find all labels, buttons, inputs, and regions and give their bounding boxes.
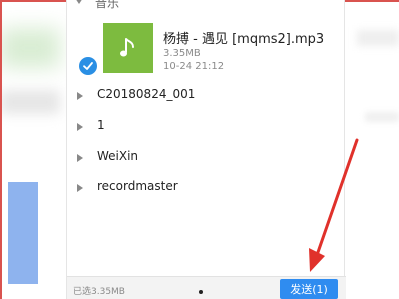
folder-label: 1 xyxy=(97,118,105,132)
folder-row[interactable]: 1 xyxy=(67,112,346,142)
folder-label: WeiXin xyxy=(97,149,139,163)
group-header-music[interactable]: 音乐 xyxy=(67,0,346,14)
background-blur xyxy=(0,28,60,68)
folder-label: C20180824_001 xyxy=(97,87,196,101)
caret-right-icon xyxy=(77,184,83,192)
music-note-icon xyxy=(103,23,153,73)
file-picker-panel: 音乐 杨搏 - 遇见 [mqms2].mp3 3.35MB 10-24 21:1… xyxy=(66,0,346,299)
selected-size-summary: 已选3.35MB xyxy=(73,287,125,297)
folder-row[interactable]: C20180824_001 xyxy=(67,81,346,111)
send-button[interactable]: 发送(1) xyxy=(280,279,338,299)
caret-right-icon xyxy=(77,154,83,162)
background-blur xyxy=(357,30,399,46)
caret-right-icon xyxy=(77,92,83,100)
checkmark-icon[interactable] xyxy=(79,57,97,75)
bottom-bar: 已选3.35MB 发送(1) xyxy=(67,276,346,299)
file-size: 3.35MB xyxy=(163,48,201,59)
screen-border xyxy=(0,0,2,299)
home-indicator xyxy=(199,290,203,294)
screen: 音乐 杨搏 - 遇见 [mqms2].mp3 3.35MB 10-24 21:1… xyxy=(0,0,399,299)
folder-row[interactable]: recordmaster xyxy=(67,173,346,203)
background-blur xyxy=(0,90,60,114)
caret-right-icon xyxy=(77,123,83,131)
background-blur xyxy=(365,112,399,122)
folder-row[interactable]: WeiXin xyxy=(67,143,346,173)
caret-down-icon xyxy=(75,0,83,4)
file-date: 10-24 21:12 xyxy=(163,61,225,72)
file-name: 杨搏 - 遇见 [mqms2].mp3 xyxy=(163,32,325,47)
background-card xyxy=(8,182,38,284)
folder-label: recordmaster xyxy=(97,179,178,193)
group-title: 音乐 xyxy=(95,0,120,10)
